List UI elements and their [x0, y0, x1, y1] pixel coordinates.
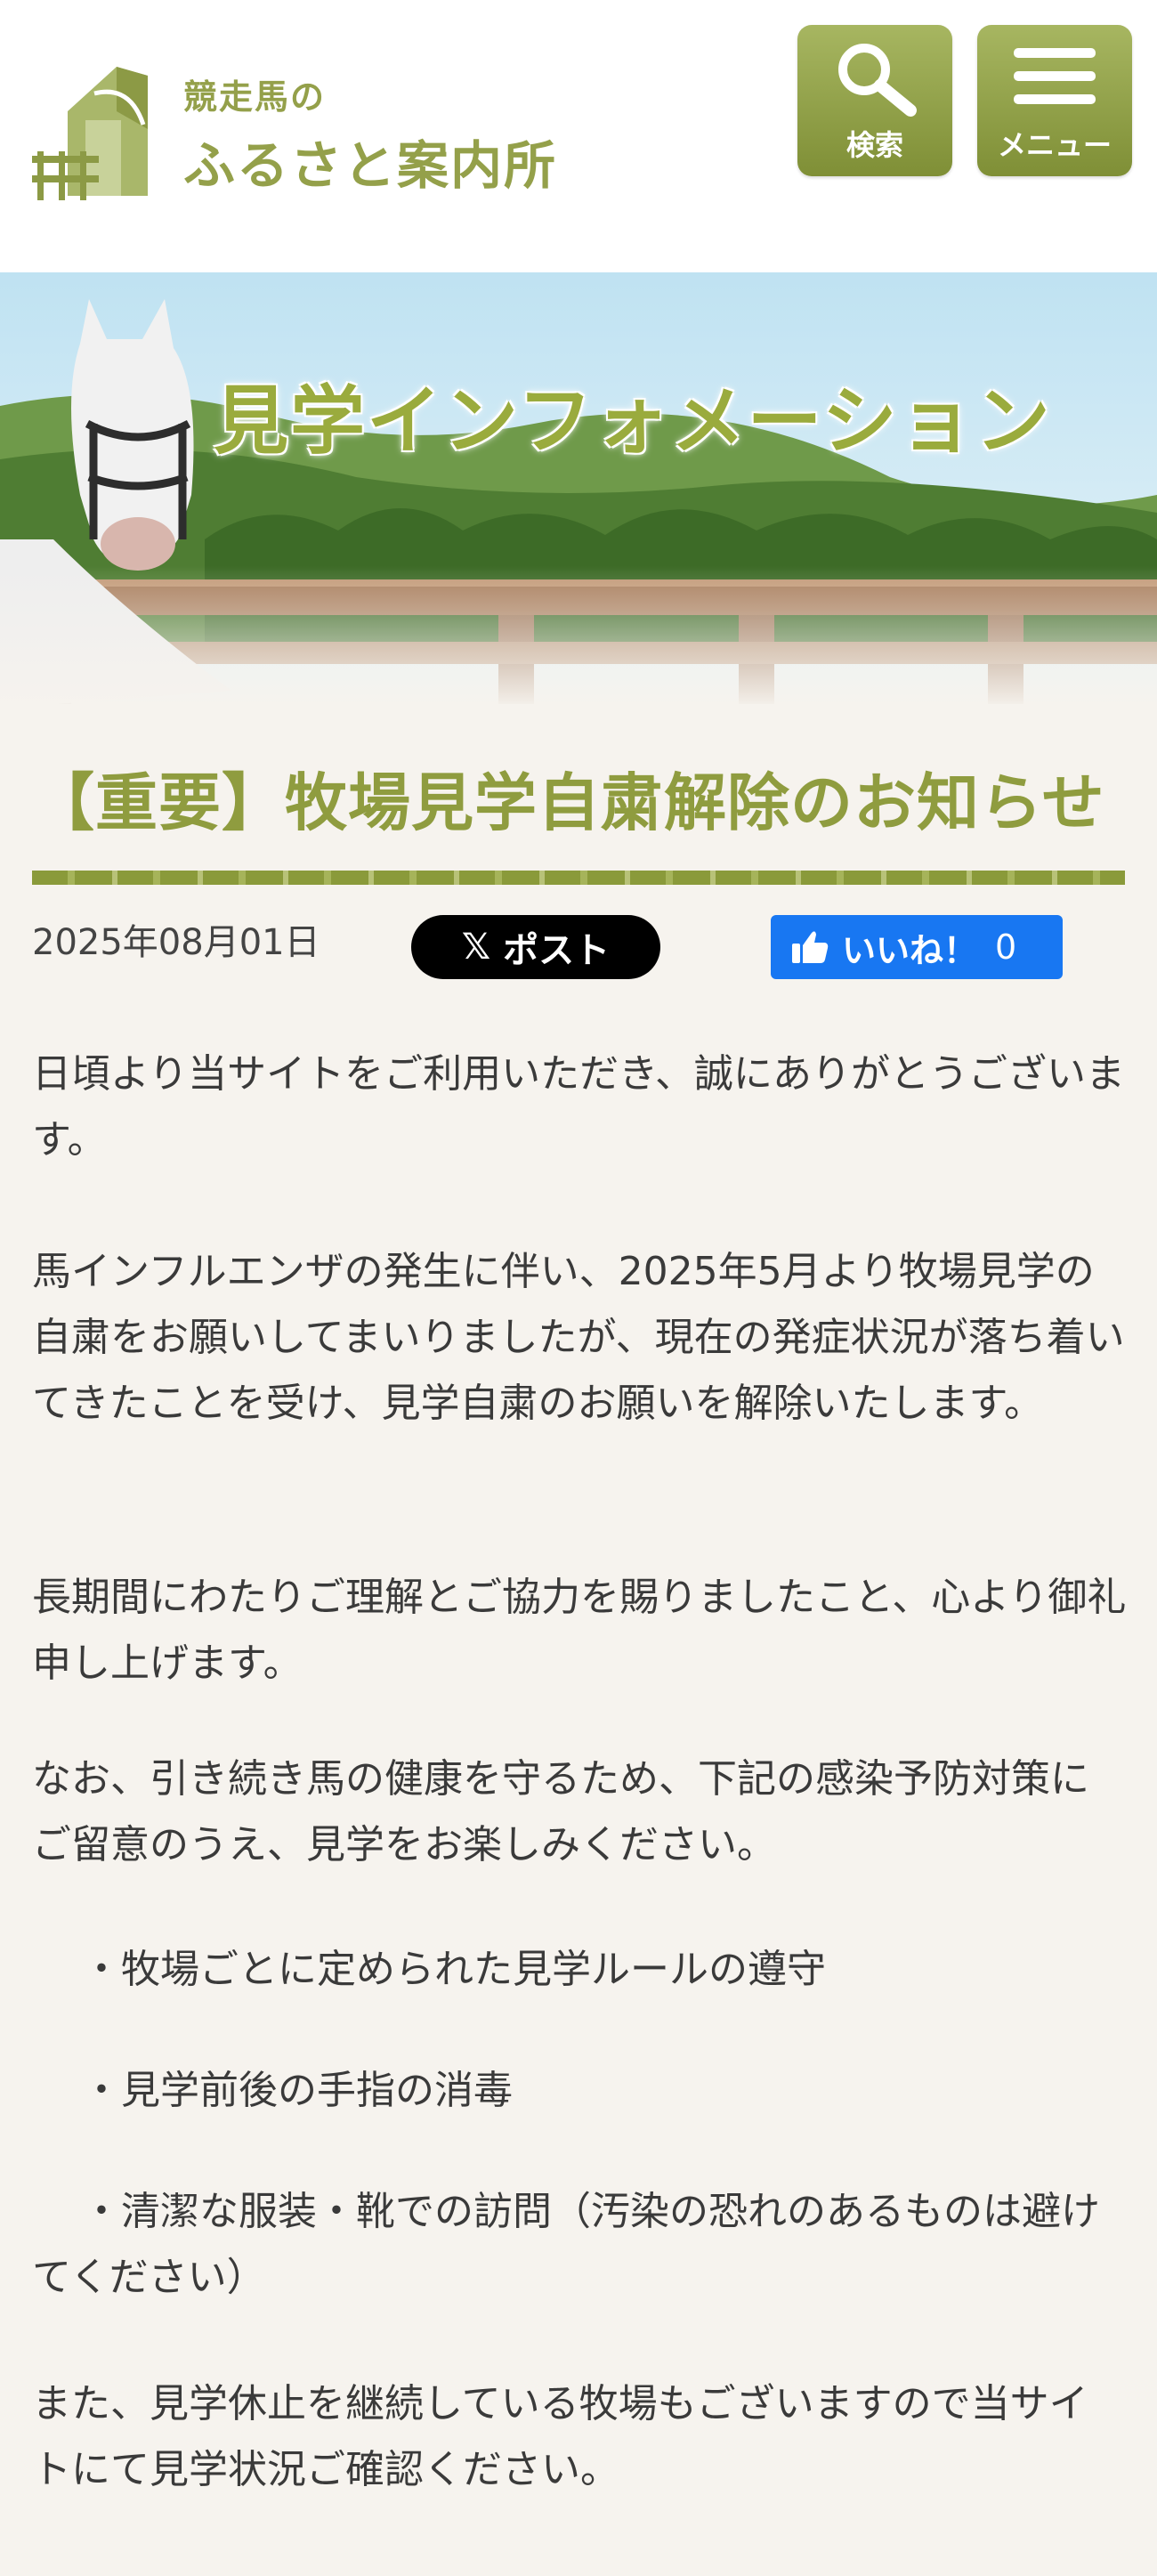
site-logo[interactable]: 競走馬の ふるさと案内所: [32, 53, 566, 214]
facebook-like-button[interactable]: いいね！ 0: [771, 915, 1063, 979]
precaution-list-item: ・牧場ごとに定められた見学ルールの遵守: [82, 1947, 826, 1992]
farm-barn-logo-icon: [32, 67, 148, 200]
site-header: 競走馬の ふるさと案内所 検索 メニュー: [0, 0, 1157, 272]
precaution-list-item: ・見学前後の手指の消毒: [82, 2068, 513, 2113]
farm-landscape-image: [0, 272, 1157, 709]
article-paragraph: また、見学休止を継続している牧場もございますので当サイトにて見学状況ご確認くださ…: [32, 2381, 1088, 2492]
article-paragraph: 長期間にわたりご理解とご協力を賜りましたこと、心より御礼申し上げます。: [32, 1575, 1127, 1686]
facebook-like-label: いいね！: [842, 930, 978, 970]
thumbs-up-icon: [792, 931, 829, 963]
menu-button[interactable]: メニュー: [977, 25, 1132, 176]
title-divider: [32, 871, 1125, 885]
hero-banner: 見学インフォメーション: [0, 272, 1157, 709]
x-post-label: ポスト: [503, 930, 611, 971]
search-icon: [838, 44, 917, 117]
precaution-list-item: ・清潔な服装・靴での訪問（汚染の恐れのあるものは避けてください）: [32, 2189, 1100, 2300]
search-button[interactable]: 検索: [797, 25, 952, 176]
logo-title: ふるさと案内所: [183, 134, 558, 196]
hamburger-menu-icon: [1014, 48, 1096, 104]
article-date: 2025年08月01日: [32, 922, 320, 963]
x-post-button[interactable]: 𝕏 ポスト: [411, 915, 660, 979]
x-logo-icon: 𝕏: [461, 927, 491, 968]
article-paragraph: なお、引き続き馬の健康を守るため、下記の感染予防対策にご留意のうえ、見学をお楽し…: [32, 1756, 1089, 1867]
article-title: 【重要】牧場見学自粛解除のお知らせ: [32, 766, 1105, 839]
page-heading: 見学インフォメーション: [214, 377, 1052, 465]
article-paragraph: 日頃より当サイトをご利用いただき、誠にありがとうございます。: [32, 1051, 1126, 1162]
article-paragraph: 馬インフルエンザの発生に伴い、2025年5月より牧場見学の自粛をお願いしてまいり…: [32, 1249, 1125, 1426]
logo-subtitle: 競走馬の: [183, 76, 327, 117]
facebook-like-count: 0: [995, 928, 1017, 967]
menu-button-label: メニュー: [997, 128, 1112, 162]
search-button-label: 検索: [846, 128, 903, 162]
